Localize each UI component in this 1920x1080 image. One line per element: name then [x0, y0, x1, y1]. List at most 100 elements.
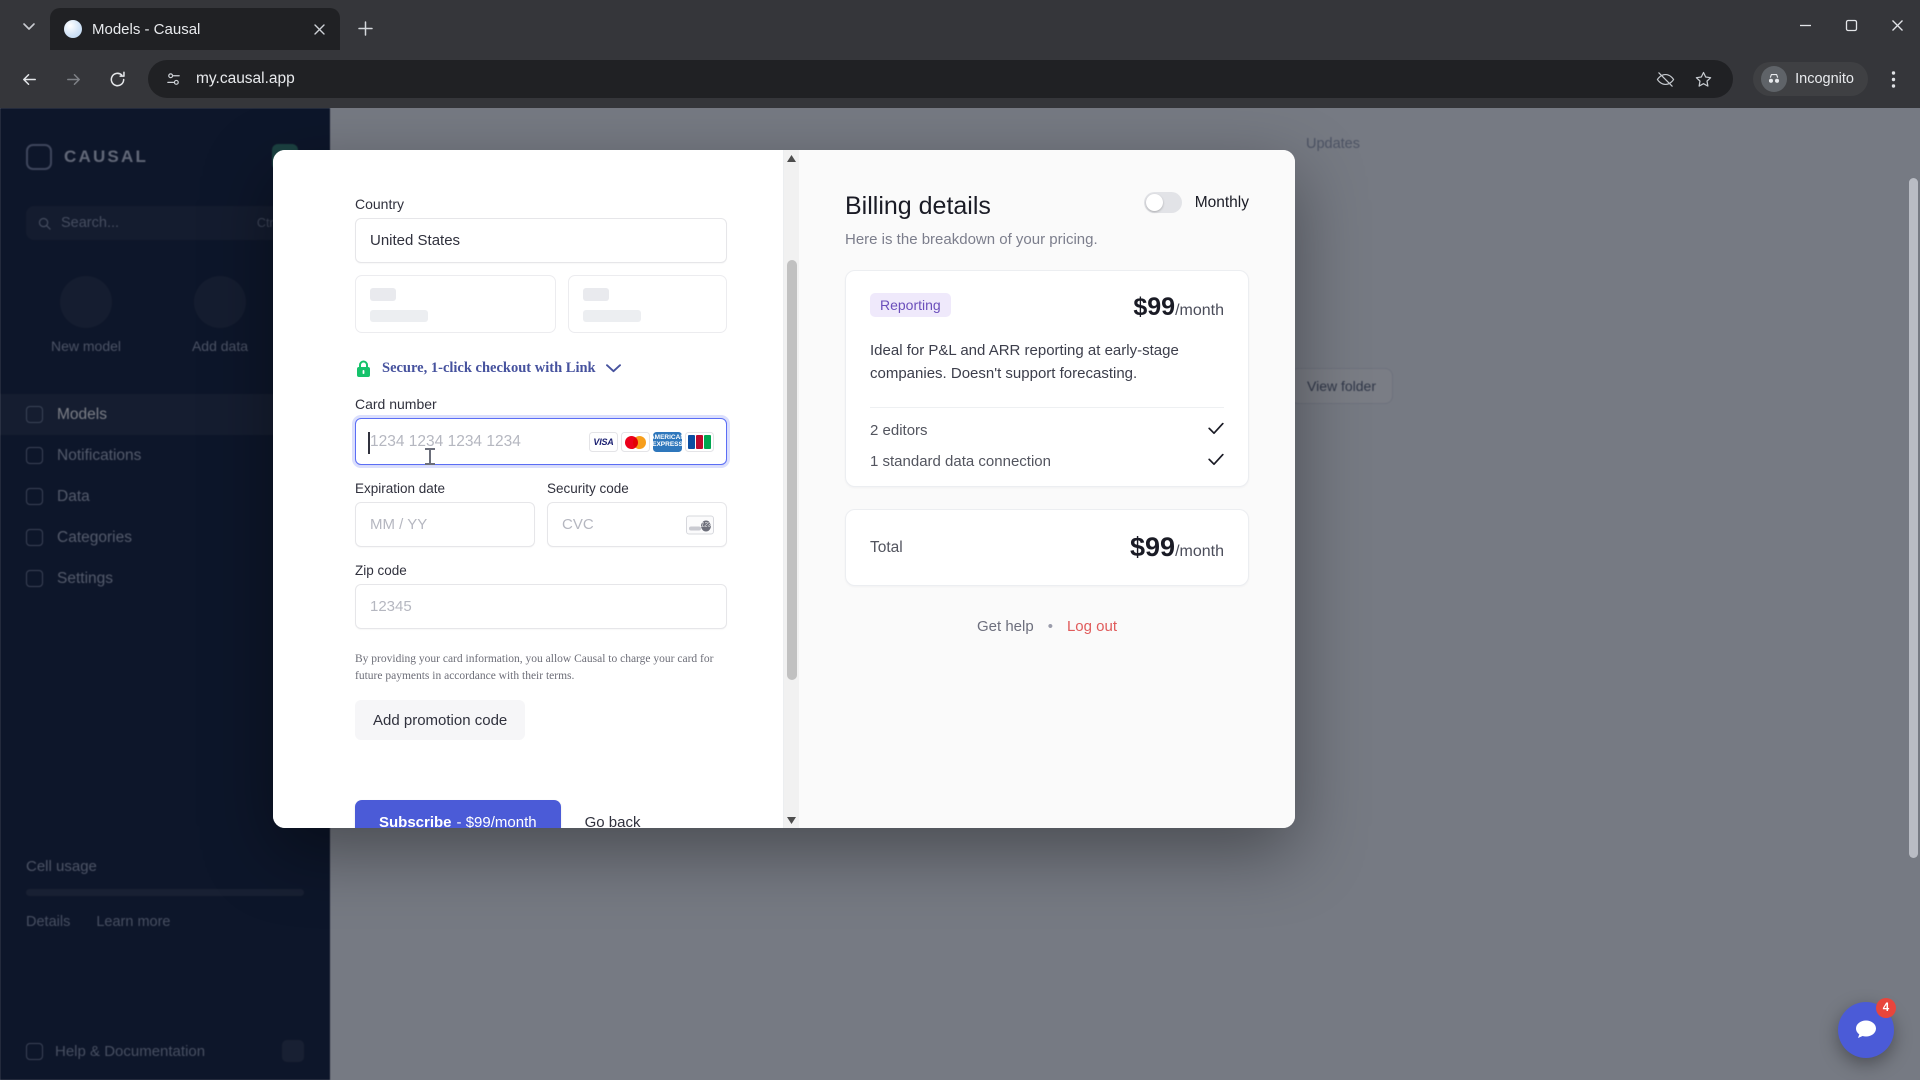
- close-window-icon[interactable]: [1874, 0, 1920, 50]
- billing-subtitle: Here is the breakdown of your pricing.: [845, 231, 1098, 248]
- causal-favicon: [64, 20, 82, 38]
- plan-price-value: $99: [1133, 293, 1176, 321]
- subscribe-button[interactable]: Subscribe - $99/month: [355, 800, 561, 828]
- go-back-button[interactable]: Go back: [585, 814, 641, 828]
- skeleton-line: [583, 288, 609, 301]
- plan-feature-label: 2 editors: [870, 422, 928, 439]
- tab-search-icon[interactable]: [12, 9, 46, 43]
- expiration-label: Expiration date: [355, 481, 446, 496]
- card-number-placeholder: 1234 1234 1234 1234: [370, 432, 521, 450]
- amex-icon: AMERICANEXPRESS: [653, 431, 682, 452]
- browser-menu-icon[interactable]: [1876, 62, 1910, 96]
- plan-description: Ideal for P&L and ARR reporting at early…: [870, 342, 1179, 382]
- plan-price-period: /month: [1175, 302, 1224, 319]
- security-code-label: Security code: [547, 481, 629, 496]
- chat-unread-badge: 4: [1876, 998, 1896, 1018]
- scrollbar-thumb[interactable]: [787, 260, 797, 680]
- get-help-link[interactable]: Get help: [977, 618, 1034, 635]
- billing-period-label: Monthly: [1194, 193, 1249, 211]
- expiration-input[interactable]: MM / YY: [355, 502, 535, 547]
- toggle-knob: [1145, 194, 1163, 211]
- security-code-input[interactable]: CVC 123: [547, 502, 727, 547]
- billing-period-toggle-group: Monthly: [1143, 192, 1249, 213]
- add-promotion-code-button[interactable]: Add promotion code: [355, 700, 526, 741]
- new-tab-button[interactable]: [348, 11, 382, 45]
- security-code-placeholder: CVC: [562, 516, 594, 533]
- modal-scrollbar[interactable]: [783, 150, 799, 828]
- minimize-icon[interactable]: [1782, 0, 1828, 50]
- chevron-down-icon[interactable]: [605, 364, 621, 373]
- plan-feature-label: 1 standard data connection: [870, 453, 1051, 470]
- payment-form-pane: Country United States Secure, 1-click ch…: [273, 150, 783, 828]
- reload-icon[interactable]: [98, 60, 136, 98]
- total-value: $99/month: [1130, 532, 1224, 563]
- log-out-link[interactable]: Log out: [1067, 618, 1117, 635]
- mouse-text-cursor: [425, 448, 435, 465]
- forward-icon[interactable]: [54, 60, 92, 98]
- bookmark-star-icon[interactable]: [1691, 67, 1715, 91]
- card-brand-icons: VISA AMERICANEXPRESS: [589, 431, 714, 452]
- browser-tab[interactable]: Models - Causal: [50, 8, 340, 50]
- check-icon: [1208, 422, 1224, 439]
- billing-period-toggle[interactable]: [1143, 192, 1182, 213]
- form-actions: Subscribe - $99/month Go back: [355, 800, 727, 828]
- total-label: Total: [870, 538, 903, 556]
- scroll-up-icon[interactable]: [784, 150, 799, 166]
- plan-price: $99/month: [1133, 293, 1224, 322]
- chat-icon: [1856, 1020, 1876, 1038]
- expiry-cvc-row: Expiration date MM / YY Security code CV…: [355, 481, 727, 547]
- browser-toolbar: my.causal.app Incognito: [0, 50, 1920, 108]
- check-icon: [1208, 453, 1224, 470]
- card-number-field-group: Card number 1234 1234 1234 1234 VISA AME…: [355, 396, 727, 465]
- window-controls: [1782, 0, 1920, 50]
- tab-title: Models - Causal: [92, 20, 201, 38]
- zip-placeholder: 12345: [370, 598, 412, 615]
- url-text: my.causal.app: [196, 70, 295, 87]
- link-checkout-row[interactable]: Secure, 1-click checkout with Link: [355, 359, 727, 378]
- total-amount: $99: [1130, 532, 1176, 562]
- visa-icon: VISA: [589, 431, 618, 452]
- billing-footer-links: Get help • Log out: [845, 618, 1249, 635]
- country-field-group: Country United States: [355, 196, 727, 263]
- scroll-down-icon[interactable]: [784, 812, 799, 828]
- link-checkout-label: Secure, 1-click checkout with Link: [382, 360, 596, 376]
- site-settings-icon[interactable]: [162, 68, 184, 90]
- billing-header: Billing details Here is the breakdown of…: [845, 192, 1249, 248]
- skeleton-line: [583, 310, 641, 322]
- tab-strip: Models - Causal: [0, 0, 1920, 50]
- total-card: Total $99/month: [845, 509, 1249, 586]
- chat-support-button[interactable]: 4: [1838, 998, 1896, 1058]
- plan-feature: 1 standard data connection: [870, 439, 1224, 470]
- country-label: Country: [355, 196, 405, 212]
- country-select[interactable]: United States: [355, 218, 727, 263]
- page-scrollbar[interactable]: [1907, 108, 1920, 1080]
- expiration-placeholder: MM / YY: [370, 516, 428, 533]
- legal-disclaimer: By providing your card information, you …: [355, 653, 714, 682]
- close-icon[interactable]: [308, 18, 330, 40]
- page-scrollbar-thumb[interactable]: [1909, 178, 1918, 858]
- plan-card: Reporting $99/month Ideal for P&L and AR…: [845, 270, 1249, 487]
- lock-icon: [355, 359, 372, 378]
- skeleton-line: [370, 288, 396, 301]
- card-number-input[interactable]: 1234 1234 1234 1234 VISA AMERICANEXPRESS: [355, 418, 727, 465]
- maximize-icon[interactable]: [1828, 0, 1874, 50]
- incognito-profile-chip[interactable]: Incognito: [1753, 62, 1868, 96]
- plan-badge: Reporting: [870, 293, 951, 317]
- country-value: United States: [370, 232, 461, 249]
- separator-dot: •: [1047, 618, 1053, 635]
- incognito-label: Incognito: [1795, 71, 1854, 87]
- incognito-icon: [1761, 66, 1788, 92]
- address-bar[interactable]: my.causal.app: [148, 60, 1734, 98]
- card-number-label: Card number: [355, 396, 437, 412]
- back-icon[interactable]: [10, 60, 48, 98]
- browser-window: Models - Causal my.causal.app Incognito …: [0, 0, 1920, 1080]
- subscribe-price: - $99/month: [456, 813, 537, 828]
- zip-input[interactable]: 12345: [355, 584, 727, 629]
- page-viewport: CAUSAL Search... Ctrl+K New model Add d: [0, 108, 1920, 1080]
- checkout-modal: Country United States Secure, 1-click ch…: [273, 150, 1295, 828]
- plan-feature: 2 editors: [870, 408, 1224, 439]
- zip-field-group: Zip code 12345: [355, 563, 727, 629]
- billing-title: Billing details: [845, 192, 991, 220]
- tracking-protection-icon[interactable]: [1653, 67, 1677, 91]
- skeleton-line: [370, 310, 428, 322]
